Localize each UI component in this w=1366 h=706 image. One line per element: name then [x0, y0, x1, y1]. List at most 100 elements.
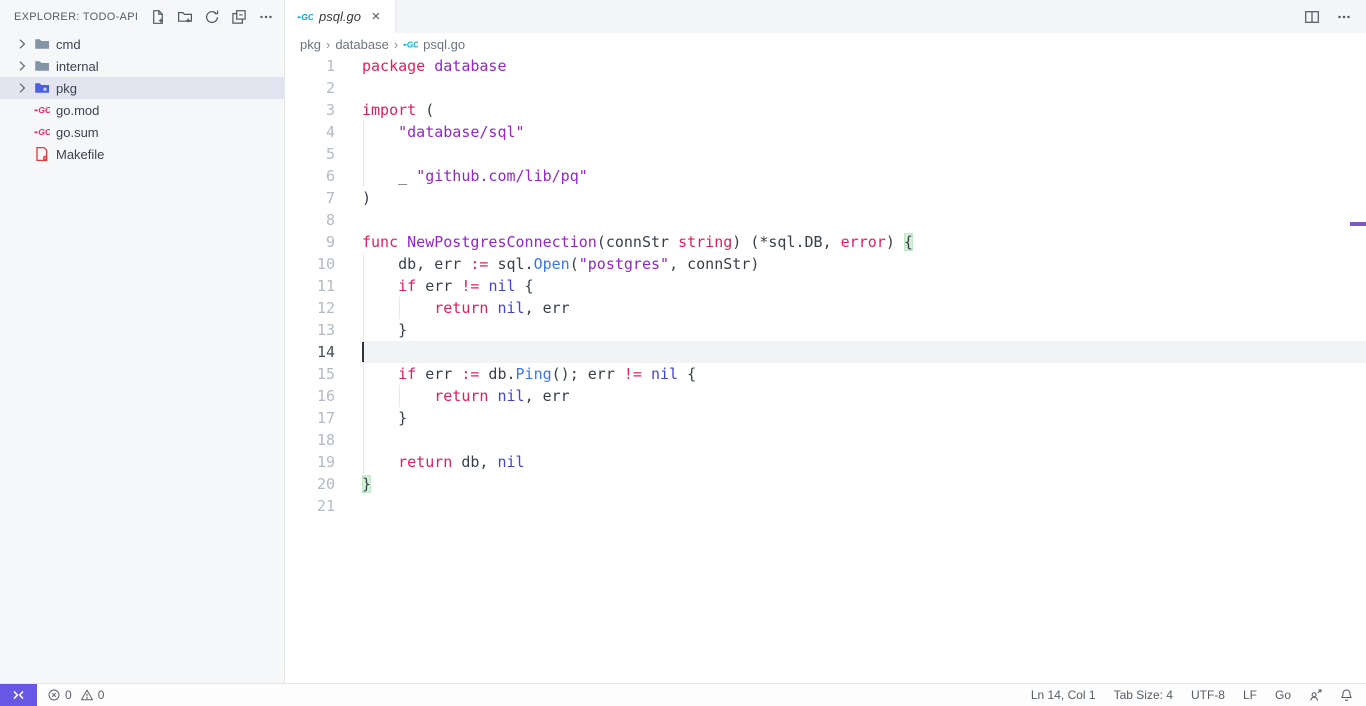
- tab-psql-go[interactable]: GO psql.go ×: [285, 0, 396, 33]
- go-file-icon: GO: [34, 124, 50, 140]
- remote-indicator[interactable]: [0, 684, 37, 706]
- code-line-4[interactable]: 4 "database/sql": [285, 121, 1366, 143]
- indent-guide: [363, 121, 364, 143]
- line-number: 9: [285, 231, 362, 253]
- code-content: }: [362, 473, 1366, 495]
- code-line-9[interactable]: 9func NewPostgresConnection(connStr stri…: [285, 231, 1366, 253]
- code-content: [362, 341, 1366, 363]
- chevron-right-icon[interactable]: [14, 36, 30, 52]
- explorer-header: EXPLORER: TODO-API: [0, 0, 284, 33]
- line-number: 13: [285, 319, 362, 341]
- code-line-8[interactable]: 8: [285, 209, 1366, 231]
- account-icon[interactable]: [1300, 684, 1331, 706]
- tree-item-go-sum[interactable]: GO go.sum: [0, 121, 284, 143]
- indent-guide: [363, 429, 364, 451]
- code-token: Open: [534, 255, 570, 273]
- code-line-7[interactable]: 7): [285, 187, 1366, 209]
- code-line-21[interactable]: 21: [285, 495, 1366, 517]
- code-line-17[interactable]: 17 }: [285, 407, 1366, 429]
- tree-item-label: internal: [56, 59, 99, 74]
- file-tree: cmd internal pkg GOgo.mod GO go.sum Makefile: [0, 33, 284, 683]
- refresh-explorer-icon[interactable]: [204, 9, 220, 25]
- status-bar-empty: [114, 684, 1022, 706]
- code-token: if: [398, 277, 416, 295]
- tree-indent: [14, 124, 30, 140]
- collapse-folders-icon[interactable]: [231, 9, 247, 25]
- code-line-10[interactable]: 10 db, err := sql.Open("postgres", connS…: [285, 253, 1366, 275]
- more-actions-icon[interactable]: [258, 9, 274, 25]
- line-number: 7: [285, 187, 362, 209]
- code-token: db,: [452, 453, 497, 471]
- go-file-icon: GO: [403, 37, 418, 52]
- chevron-right-icon[interactable]: [14, 80, 30, 96]
- code-line-5[interactable]: 5: [285, 143, 1366, 165]
- code-token: string: [678, 233, 732, 251]
- tree-item-label: cmd: [56, 37, 81, 52]
- code-token: NewPostgresConnection: [407, 233, 597, 251]
- code-content: import (: [362, 99, 1366, 121]
- code-content: }: [362, 319, 1366, 341]
- code-line-3[interactable]: 3import (: [285, 99, 1366, 121]
- code-line-2[interactable]: 2: [285, 77, 1366, 99]
- tree-item-label: pkg: [56, 81, 77, 96]
- code-content: db, err := sql.Open("postgres", connStr): [362, 253, 1366, 275]
- indent-guide: [363, 275, 364, 297]
- status-cursor-position[interactable]: Ln 14, Col 1: [1022, 684, 1105, 706]
- status-tab-size[interactable]: Tab Size: 4: [1105, 684, 1182, 706]
- code-line-18[interactable]: 18: [285, 429, 1366, 451]
- tree-item-go-mod[interactable]: GOgo.mod: [0, 99, 284, 121]
- code-token: (); err: [552, 365, 624, 383]
- new-file-icon[interactable]: [150, 9, 166, 25]
- code-line-15[interactable]: 15 if err := db.Ping(); err != nil {: [285, 363, 1366, 385]
- error-icon: [47, 688, 61, 702]
- tree-item-label: go.sum: [56, 125, 99, 140]
- code-token: [425, 57, 434, 75]
- breadcrumb-item-database[interactable]: database: [335, 37, 389, 52]
- tree-item-Makefile[interactable]: Makefile: [0, 143, 284, 165]
- tree-indent: [14, 102, 30, 118]
- code-line-1[interactable]: 1package database: [285, 55, 1366, 77]
- code-line-19[interactable]: 19 return db, nil: [285, 451, 1366, 473]
- close-tab-icon[interactable]: ×: [367, 8, 385, 26]
- code-line-14[interactable]: 14: [285, 341, 1366, 363]
- code-token: nil: [497, 299, 524, 317]
- breadcrumb-item-psql-go[interactable]: GOpsql.go: [403, 37, 465, 52]
- more-actions-icon[interactable]: [1336, 9, 1352, 25]
- split-editor-icon[interactable]: [1304, 9, 1320, 25]
- code-line-13[interactable]: 13 }: [285, 319, 1366, 341]
- chevron-right-icon[interactable]: [14, 58, 30, 74]
- problems-status[interactable]: 0 0: [37, 684, 114, 706]
- indent-guide: [399, 385, 400, 407]
- code-line-12[interactable]: 12 return nil, err: [285, 297, 1366, 319]
- tree-item-cmd[interactable]: cmd: [0, 33, 284, 55]
- code-token: err: [416, 277, 461, 295]
- code-token: {: [904, 233, 913, 251]
- new-folder-icon[interactable]: [177, 9, 193, 25]
- warning-count: 0: [98, 688, 105, 702]
- code-content: [362, 77, 1366, 99]
- code-editor[interactable]: 1package database23import (4 "database/s…: [285, 55, 1366, 683]
- status-encoding[interactable]: UTF-8: [1182, 684, 1234, 706]
- code-token: return: [434, 299, 488, 317]
- line-number: 3: [285, 99, 362, 121]
- indent-guide: [363, 363, 364, 385]
- indent-guide: [363, 297, 364, 319]
- indent-guide: [363, 385, 364, 407]
- code-token: Ping: [516, 365, 552, 383]
- code-content: package database: [362, 55, 1366, 77]
- code-line-6[interactable]: 6 _ "github.com/lib/pq": [285, 165, 1366, 187]
- code-token: err: [416, 365, 461, 383]
- tree-item-pkg[interactable]: pkg: [0, 77, 284, 99]
- status-eol[interactable]: LF: [1234, 684, 1266, 706]
- notifications-bell-icon[interactable]: [1331, 684, 1362, 706]
- code-line-16[interactable]: 16 return nil, err: [285, 385, 1366, 407]
- code-line-11[interactable]: 11 if err != nil {: [285, 275, 1366, 297]
- line-number: 19: [285, 451, 362, 473]
- code-token: import: [362, 101, 416, 119]
- code-content: return db, nil: [362, 451, 1366, 473]
- code-line-20[interactable]: 20}: [285, 473, 1366, 495]
- status-language-mode[interactable]: Go: [1266, 684, 1300, 706]
- code-content: if err := db.Ping(); err != nil {: [362, 363, 1366, 385]
- breadcrumb-item-pkg[interactable]: pkg: [300, 37, 321, 52]
- tree-item-internal[interactable]: internal: [0, 55, 284, 77]
